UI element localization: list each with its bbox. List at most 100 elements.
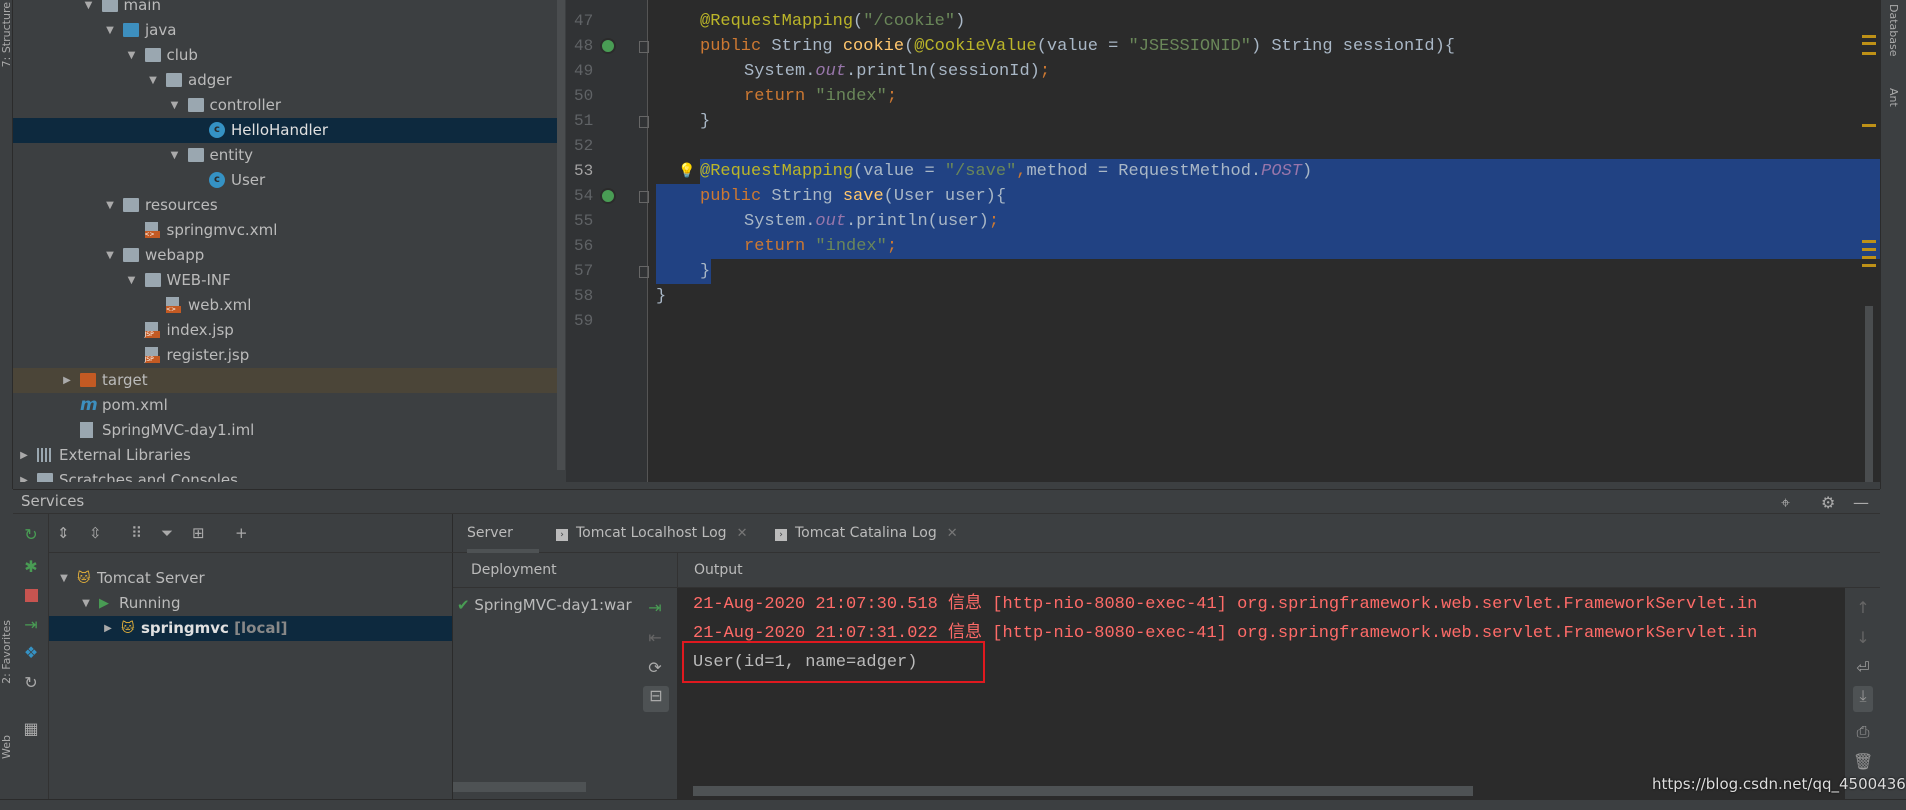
expand-all-icon[interactable]: ⇕ <box>57 524 70 542</box>
tree-item[interactable]: ▶ target <box>13 368 557 393</box>
ant-tab[interactable]: Ant <box>1887 88 1900 107</box>
error-stripe-mark[interactable] <box>1862 35 1876 38</box>
tree-item[interactable]: JSP index.jsp <box>13 318 557 343</box>
deploy-icon[interactable]: ⇥ <box>645 598 665 617</box>
chevron-right-icon[interactable]: ▶ <box>60 368 74 393</box>
code-editor[interactable]: 47 48 49 50 51 52 53 54 55 56 57 58 59 @RequestMappi… <box>566 0 1880 482</box>
code-token: .println(user) <box>846 211 989 231</box>
add-service-icon[interactable]: + <box>235 524 248 542</box>
gear-icon[interactable]: ⚙ <box>1821 493 1835 512</box>
tab-server[interactable]: Server <box>467 514 539 553</box>
database-tab[interactable]: Database <box>1887 4 1900 57</box>
refresh-icon[interactable]: ↻ <box>22 674 40 692</box>
up-arrow-icon[interactable]: ↑ <box>1853 598 1873 617</box>
refresh-icon[interactable]: ⟳ <box>645 658 665 677</box>
error-stripe-mark[interactable] <box>1862 124 1876 127</box>
tree-item[interactable]: <> web.xml <box>13 293 557 318</box>
fold-marker-icon[interactable] <box>639 40 649 53</box>
output-hscrollbar[interactable] <box>693 786 1473 796</box>
tree-item[interactable]: ▼ webapp <box>13 243 557 268</box>
tree-item[interactable]: ▼ controller <box>13 93 557 118</box>
error-stripe-mark[interactable] <box>1862 240 1876 243</box>
deployment-item[interactable]: ✔ SpringMVC-day1:war <box>453 593 677 618</box>
error-stripe-mark[interactable] <box>1862 256 1876 259</box>
deployment-hscrollbar[interactable] <box>453 782 586 792</box>
code-token: System. <box>744 61 816 81</box>
chevron-right-icon[interactable]: ▶ <box>17 468 31 482</box>
service-item[interactable]: ▼ 🐱 Tomcat Server <box>49 566 452 591</box>
chevron-down-icon[interactable]: ▼ <box>125 268 139 293</box>
new-tab-icon[interactable]: ⊞ <box>192 524 205 542</box>
stop-icon[interactable] <box>22 588 40 606</box>
service-item[interactable]: ▶ 🐱 springmvc [local] <box>49 616 452 641</box>
code-line: public String cookie(@CookieValue(value … <box>700 34 1455 59</box>
chevron-down-icon[interactable]: ▼ <box>168 143 182 168</box>
filter-icon[interactable]: ⏷ <box>161 524 173 542</box>
chevron-down-icon[interactable]: ▼ <box>103 193 117 218</box>
spring-bean-icon[interactable] <box>600 37 616 54</box>
fold-marker-icon[interactable] <box>639 190 649 203</box>
error-stripe-mark[interactable] <box>1862 52 1876 55</box>
open-browser-icon[interactable]: ⊟ <box>643 686 669 712</box>
error-stripe-mark[interactable] <box>1862 248 1876 251</box>
chevron-down-icon[interactable]: ▼ <box>103 243 117 268</box>
fold-marker-icon[interactable] <box>639 115 649 128</box>
tree-scrollbar[interactable] <box>557 0 565 470</box>
debug-icon[interactable]: ✱ <box>22 558 40 576</box>
minimize-icon[interactable]: — <box>1853 493 1869 512</box>
print-icon[interactable]: ⎙ <box>1853 722 1873 742</box>
tree-item[interactable]: <> springmvc.xml <box>13 218 557 243</box>
chevron-down-icon[interactable]: ▼ <box>168 93 182 118</box>
favorites-tab[interactable]: 2: Favorites <box>0 620 13 684</box>
tree-item[interactable]: ▼ main <box>13 0 557 18</box>
tree-item[interactable]: c User <box>13 168 557 193</box>
tree-item[interactable]: ▼ club <box>13 43 557 68</box>
scroll-to-end-icon[interactable]: ⤓ <box>1853 686 1873 712</box>
chevron-down-icon[interactable]: ▼ <box>82 0 96 18</box>
chevron-right-icon[interactable]: ▶ <box>17 443 31 468</box>
close-icon[interactable]: ✕ <box>737 526 748 541</box>
down-arrow-icon[interactable]: ↓ <box>1853 628 1873 647</box>
close-icon[interactable]: ✕ <box>947 526 958 541</box>
tree-item[interactable]: JSP register.jsp <box>13 343 557 368</box>
chevron-down-icon[interactable]: ▼ <box>57 566 71 591</box>
editor-scrollbar[interactable] <box>1865 306 1873 482</box>
chevron-right-icon[interactable]: ▶ <box>101 616 115 641</box>
tree-item[interactable]: ▼ resources <box>13 193 557 218</box>
chevron-down-icon[interactable]: ▼ <box>103 18 117 43</box>
error-stripe-mark[interactable] <box>1862 264 1876 267</box>
chevron-down-icon[interactable]: ▼ <box>79 591 93 616</box>
group-by-icon[interactable]: ⠿ <box>131 524 142 542</box>
web-tab[interactable]: Web <box>0 735 13 759</box>
chevron-down-icon[interactable]: ▼ <box>125 43 139 68</box>
tab-tomcat-catalina-log[interactable]: › Tomcat Catalina Log ✕ <box>775 514 958 553</box>
soft-wrap-icon[interactable]: ⏎ <box>1853 658 1873 677</box>
tree-item[interactable]: c HelloHandler <box>13 118 557 143</box>
tree-item[interactable]: ▼ entity <box>13 143 557 168</box>
output-console[interactable]: 21-Aug-2020 21:07:30.518 信息 [http-nio-80… <box>677 588 1845 799</box>
fold-marker-icon[interactable] <box>639 265 649 278</box>
trash-icon[interactable]: 🗑 <box>1853 752 1873 771</box>
collapse-all-icon[interactable]: ⇳ <box>89 524 102 542</box>
lightbulb-icon[interactable]: 💡 <box>678 163 695 179</box>
undeploy-icon[interactable]: ⇤ <box>645 628 665 647</box>
tree-item[interactable]: ▼ adger <box>13 68 557 93</box>
rerun-icon[interactable]: ↻ <box>22 526 40 544</box>
layout-icon[interactable]: ▦ <box>22 720 40 738</box>
tree-item[interactable]: ▼ java <box>13 18 557 43</box>
tree-item[interactable]: m pom.xml <box>13 393 557 418</box>
tree-item[interactable]: SpringMVC-day1.iml <box>13 418 557 443</box>
spring-bean-icon[interactable] <box>600 187 616 204</box>
artifacts-icon[interactable]: ❖ <box>22 644 40 662</box>
error-stripe-mark[interactable] <box>1862 42 1876 45</box>
tomcat-icon: 🐱 <box>77 571 91 586</box>
tree-item[interactable]: ▼ WEB-INF <box>13 268 557 293</box>
deploy-icon[interactable]: ⇥ <box>22 616 40 634</box>
tree-item[interactable]: ▶ Scratches and Consoles <box>13 468 557 482</box>
structure-tab[interactable]: 7: Structure <box>0 2 13 67</box>
chevron-down-icon[interactable]: ▼ <box>146 68 160 93</box>
service-item[interactable]: ▼ ▶ Running <box>49 591 452 616</box>
tree-item[interactable]: ▶ External Libraries <box>13 443 557 468</box>
tab-tomcat-localhost-log[interactable]: › Tomcat Localhost Log ✕ <box>556 514 747 553</box>
crosshair-icon[interactable]: ⌖ <box>1781 493 1790 513</box>
